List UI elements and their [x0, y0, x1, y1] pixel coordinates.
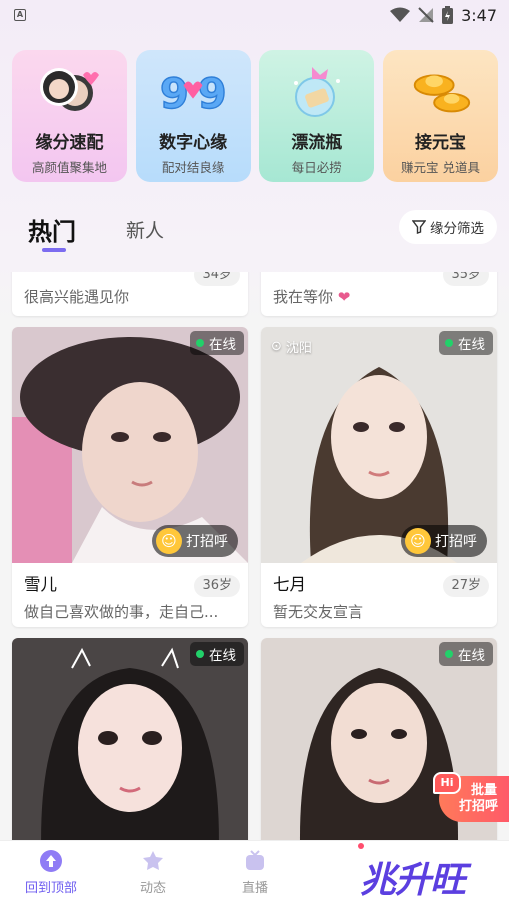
user-grid: 34岁 很高兴能遇见你 35岁 我在等你 ❤ 在线 ☺ 打招呼 雪儿 36岁 做… — [0, 272, 509, 840]
no-signal-icon — [418, 7, 434, 23]
arrow-up-circle-icon — [40, 850, 62, 872]
feature-subtitle: 每日必捞 — [291, 160, 342, 175]
svg-text:9: 9 — [198, 69, 227, 118]
notification-icon: A — [14, 9, 26, 21]
greet-button[interactable]: ☺ 打招呼 — [152, 525, 238, 557]
age-badge: 36岁 — [194, 575, 240, 597]
location-tag: ⊙ 沈阳 — [271, 337, 312, 356]
feature-digital-heart[interactable]: 9 9 数字心缘 配对结良缘 — [135, 50, 251, 182]
gold-ingot-icon — [405, 60, 475, 122]
batch-greet-button[interactable]: Hi 批量 打招呼 — [433, 772, 509, 822]
feature-title: 漂流瓶 — [291, 133, 343, 153]
user-card[interactable]: 在线 — [12, 638, 248, 840]
feature-subtitle: 高颜值聚集地 — [31, 160, 107, 175]
age-badge: 27岁 — [443, 575, 489, 597]
notification-dot — [358, 843, 364, 849]
digits-heart-icon: 9 9 — [158, 60, 228, 122]
profile-photo[interactable]: 在线 ☺ 打招呼 — [12, 327, 248, 563]
card-bio: 我在等你 ❤ — [273, 286, 485, 307]
tv-icon — [246, 850, 264, 870]
feature-cards: 缘分速配 高颜值聚集地 9 9 数字心缘 配对结良缘 漂流瓶 每日必捞 接元宝 … — [12, 50, 498, 182]
card-info: 35岁 我在等你 ❤ — [261, 272, 497, 316]
online-label: 在线 — [458, 648, 485, 664]
tab-bar: 热门 新人 缘分筛选 — [0, 206, 509, 256]
hearts-emoji-icon: ❤ — [337, 288, 351, 306]
batch-greet-line1: 批量 — [471, 783, 498, 798]
profile-photo[interactable]: 在线 — [12, 638, 248, 840]
user-card[interactable]: ⊙ 沈阳 在线 ☺ 打招呼 七月 27岁 暂无交友宣言 — [261, 327, 497, 627]
age-badge: 35岁 — [443, 272, 489, 286]
card-bio: 很高兴能遇见你 — [24, 288, 130, 306]
battery-icon — [442, 6, 454, 24]
wave-emoji-icon: ☺ — [156, 528, 182, 554]
nav-back-to-top[interactable]: 回到顶部 — [16, 849, 86, 896]
feature-subtitle: 赚元宝 兑道具 — [400, 160, 480, 175]
tab-new[interactable]: 新人 — [126, 216, 164, 243]
card-info: 雪儿 36岁 做自己喜欢做的事，走自己... — [12, 563, 248, 627]
drift-bottle-icon — [282, 60, 352, 122]
online-dot — [445, 650, 453, 658]
brand-logo[interactable]: 兆升旺 — [360, 851, 466, 903]
bottom-nav: 回到顶部 动态 直播 兆升旺 — [0, 840, 509, 904]
couple-avatars-icon — [35, 60, 105, 122]
filter-button[interactable]: 缘分筛选 — [399, 210, 497, 244]
profile-photo-image — [12, 638, 248, 840]
online-label: 在线 — [209, 337, 236, 353]
feature-subtitle: 配对结良缘 — [161, 160, 225, 175]
online-label: 在线 — [458, 337, 485, 353]
feature-title: 缘分速配 — [35, 133, 104, 153]
feature-title: 数字心缘 — [159, 133, 228, 153]
feature-gold-ingot[interactable]: 接元宝 赚元宝 兑道具 — [382, 50, 498, 182]
star-face-icon — [143, 851, 163, 870]
nav-label: 直播 — [241, 881, 268, 896]
online-badge: 在线 — [190, 642, 244, 666]
wifi-icon — [390, 7, 411, 22]
tab-hot[interactable]: 热门 — [28, 212, 76, 247]
feature-title: 接元宝 — [414, 133, 466, 153]
batch-greet-line2: 打招呼 — [459, 799, 499, 814]
filter-label: 缘分筛选 — [430, 221, 484, 237]
greet-button[interactable]: ☺ 打招呼 — [401, 525, 487, 557]
age-badge: 34岁 — [194, 272, 240, 286]
filter-icon — [412, 220, 426, 234]
feature-drift-bottle[interactable]: 漂流瓶 每日必捞 — [259, 50, 375, 182]
online-dot — [196, 650, 204, 658]
feature-fate-match[interactable]: 缘分速配 高颜值聚集地 — [12, 50, 127, 182]
location-pin-icon: ⊙ — [271, 339, 282, 354]
clock: 3:47 — [461, 5, 497, 25]
tab-active-indicator — [42, 248, 66, 252]
online-badge: 在线 — [190, 331, 244, 355]
user-card[interactable]: 34岁 很高兴能遇见你 — [12, 272, 248, 316]
svg-text:9: 9 — [160, 69, 189, 118]
wave-emoji-icon: ☺ — [405, 528, 431, 554]
greet-label: 打招呼 — [435, 534, 477, 550]
status-bar: A 3:47 — [0, 0, 509, 30]
online-dot — [445, 339, 453, 347]
card-info: 34岁 很高兴能遇见你 — [12, 272, 248, 316]
online-badge: 在线 — [439, 642, 493, 666]
online-badge: 在线 — [439, 331, 493, 355]
location-label: 沈阳 — [285, 341, 312, 356]
card-bio-text: 我在等你 — [273, 288, 334, 306]
nav-live[interactable]: 直播 — [220, 849, 290, 896]
greet-label: 打招呼 — [186, 534, 228, 550]
user-card[interactable]: 在线 ☺ 打招呼 雪儿 36岁 做自己喜欢做的事，走自己... — [12, 327, 248, 627]
hi-bubble-icon: Hi — [433, 772, 461, 794]
card-bio: 做自己喜欢做的事，走自己... — [24, 603, 219, 621]
card-info: 七月 27岁 暂无交友宣言 — [261, 563, 497, 627]
status-icons: 3:47 — [390, 6, 497, 25]
card-bio: 暂无交友宣言 — [273, 603, 364, 621]
profile-photo[interactable]: ⊙ 沈阳 在线 ☺ 打招呼 — [261, 327, 497, 563]
user-card[interactable]: 35岁 我在等你 ❤ — [261, 272, 497, 316]
nav-moments[interactable]: 动态 — [118, 849, 188, 896]
online-dot — [196, 339, 204, 347]
nav-label: 动态 — [139, 881, 166, 896]
online-label: 在线 — [209, 648, 236, 664]
nav-label: 回到顶部 — [24, 881, 77, 896]
